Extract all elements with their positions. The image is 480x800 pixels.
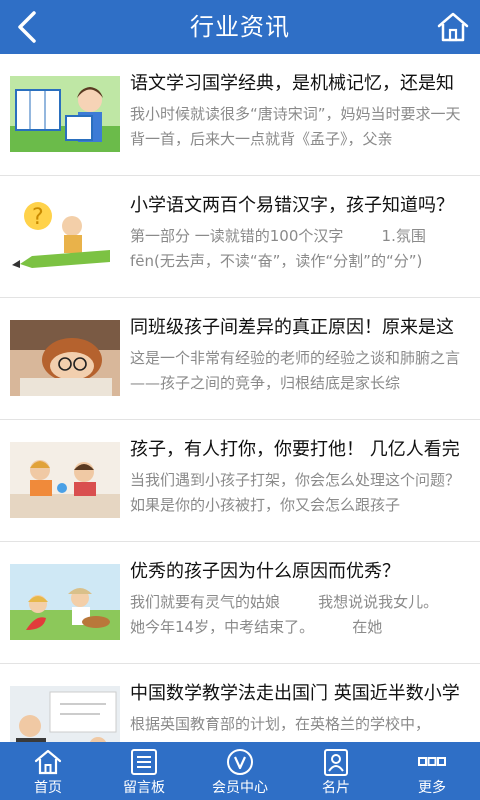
- article-thumbnail: [10, 564, 120, 640]
- article-thumbnail: [10, 442, 120, 518]
- article-item[interactable]: 语文学习国学经典，是机械记忆，还是知 我小时候就读很多“唐诗宋词”，妈妈当时要求…: [0, 54, 480, 176]
- card-icon: [324, 749, 348, 776]
- article-title: 小学语文两百个易错汉字，孩子知道吗？: [130, 195, 454, 216]
- article-thumbnail: ?: [10, 198, 120, 274]
- tab-label: 会员中心: [212, 780, 268, 796]
- member-icon: [227, 749, 253, 775]
- article-summary: 第一部分 一读就错的100个汉字 1.氛围 fēn(无去声，不读“奋”，读作“分…: [130, 227, 431, 270]
- article-thumbnail: [10, 76, 120, 152]
- home-icon: [34, 749, 62, 775]
- message-board-icon: [131, 749, 157, 775]
- tab-label: 更多: [418, 780, 446, 796]
- page-title: 行业资讯: [190, 13, 290, 41]
- tab-home[interactable]: 首页: [0, 742, 96, 800]
- article-summary: 当我们遇到小孩子打架，你会怎么处理这个问题？如果是你的小孩被打，你又会怎么跟孩子: [130, 471, 461, 514]
- article-list: 语文学习国学经典，是机械记忆，还是知 我小时候就读很多“唐诗宋词”，妈妈当时要求…: [0, 54, 480, 742]
- article-summary: 根据英国教育部的计划，在英格兰的学校中，: [130, 715, 431, 733]
- article-title: 优秀的孩子因为什么原因而优秀？: [130, 561, 400, 582]
- more-icon: [418, 757, 446, 766]
- tab-label: 留言板: [123, 780, 165, 796]
- article-item[interactable]: 优秀的孩子因为什么原因而优秀？ 我们就要有灵气的姑娘 我想说说我女儿。 她今年1…: [0, 542, 480, 664]
- article-thumbnail: [10, 320, 120, 396]
- article-item[interactable]: 孩子，有人打你，你要打他！ 几亿人看完 当我们遇到小孩子打架，你会怎么处理这个问…: [0, 420, 480, 542]
- svg-text:?: ?: [32, 205, 44, 230]
- tab-label: 名片: [322, 780, 350, 796]
- tab-member-center[interactable]: 会员中心: [192, 742, 288, 800]
- tab-more[interactable]: 更多: [384, 742, 480, 800]
- article-summary: 我们就要有灵气的姑娘 我想说说我女儿。 她今年14岁，中考结束了。 在她: [130, 593, 467, 636]
- article-title: 同班级孩子间差异的真正原因！原来是这: [130, 317, 454, 338]
- bottom-tab-bar: 首页 留言板 会员中心 名片 更多: [0, 742, 480, 800]
- article-item[interactable]: ? 小学语文两百个易错汉字，孩子知道吗？ 第一部分 一读就错的100个汉字 1.…: [0, 176, 480, 298]
- article-summary: 我小时候就读很多“唐诗宋词”，妈妈当时要求一天背一首，后来大一点就背《孟子》，父…: [130, 105, 461, 148]
- home-icon[interactable]: [436, 10, 470, 44]
- top-bar: 行业资讯: [0, 0, 480, 54]
- tab-card[interactable]: 名片: [288, 742, 384, 800]
- article-title: 中国数学教学法走出国门 英国近半数小学: [130, 683, 460, 704]
- article-summary: 这是一个非常有经验的老师的经验之谈和肺腑之言——孩子之间的竞争，归根结底是家长综: [130, 349, 461, 392]
- tab-label: 首页: [34, 780, 62, 796]
- article-item[interactable]: 中国数学教学法走出国门 英国近半数小学 根据英国教育部的计划，在英格兰的学校中，: [0, 664, 480, 742]
- article-item[interactable]: 同班级孩子间差异的真正原因！原来是这 这是一个非常有经验的老师的经验之谈和肺腑之…: [0, 298, 480, 420]
- article-thumbnail: [10, 686, 120, 742]
- article-title: 孩子，有人打你，你要打他！ 几亿人看完: [130, 439, 460, 460]
- article-title: 语文学习国学经典，是机械记忆，还是知: [130, 73, 454, 94]
- tab-message-board[interactable]: 留言板: [96, 742, 192, 800]
